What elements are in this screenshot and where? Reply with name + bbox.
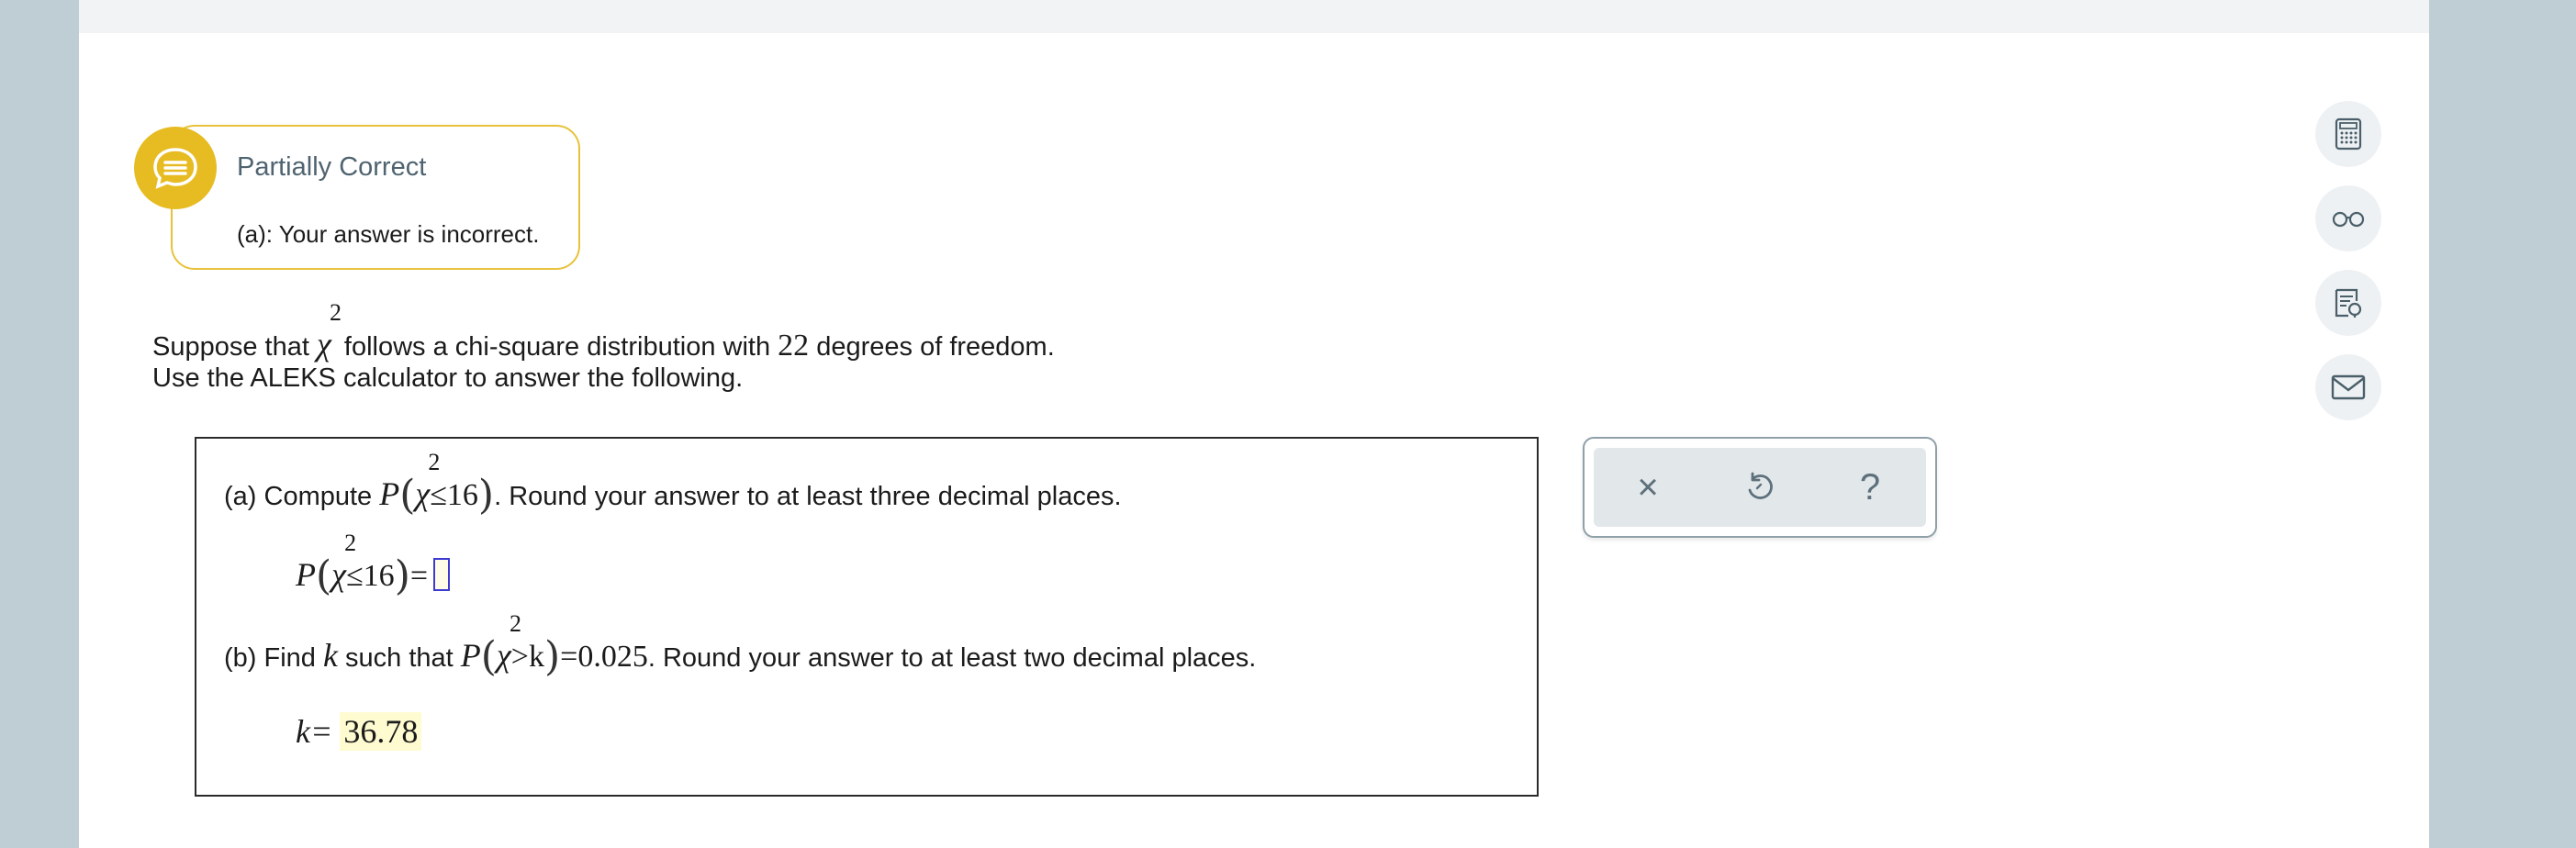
mail-icon — [2331, 374, 2366, 400]
part-b-instruction: . Round your answer to at least two deci… — [647, 643, 1257, 673]
chi-letter: χ — [316, 326, 331, 363]
answer-a-equals: = — [409, 559, 429, 593]
help-icon: ? — [1859, 466, 1881, 508]
page: Partially Correct (a): Your answer is in… — [79, 0, 2429, 848]
answer-tools-bar: × ? — [1594, 448, 1926, 527]
problem-intro-line-1: Suppose that χ2 follows a chi-square dis… — [152, 299, 1055, 363]
part-a-answer-row: P(χ 2 ≤16)= — [296, 530, 451, 599]
answer-b-label: k= — [296, 713, 333, 750]
chi-exponent: 2 — [509, 610, 521, 637]
feedback-title: Partially Correct — [237, 152, 427, 182]
paren-open: ( — [399, 472, 416, 519]
mail-button[interactable] — [2315, 354, 2381, 420]
clear-button[interactable]: × — [1607, 448, 1689, 527]
chi-letter: χ — [331, 556, 347, 593]
part-a-inequality: ≤16 — [430, 478, 478, 512]
problem-box: (a) Compute P(χ 2 ≤16). Round your answer … — [195, 437, 1539, 797]
part-a-answer-input[interactable] — [433, 558, 451, 591]
top-strip — [79, 0, 2429, 33]
part-b-inequality: >k — [510, 640, 544, 674]
intro-text-mid: follows a chi-square distribution with — [343, 332, 771, 362]
part-b-such-that: such that — [345, 643, 454, 673]
part-a-P: P — [379, 475, 400, 512]
chi-exponent: 2 — [428, 449, 441, 475]
paren-close: ) — [543, 633, 561, 680]
chi-exponent: 2 — [329, 299, 342, 326]
intro-text-before: Suppose that — [152, 332, 309, 362]
chi-square-symbol: χ2 — [415, 449, 440, 513]
answer-a-P: P — [296, 556, 316, 593]
intro-text-after: degrees of freedom. — [816, 332, 1055, 362]
chi-square-symbol: χ2 — [331, 530, 356, 594]
chi-exponent: 2 — [344, 530, 357, 556]
chi-letter: χ — [415, 475, 431, 512]
paren-open: ( — [316, 552, 332, 599]
part-a-label: (a) Compute — [224, 482, 373, 511]
answer-tools-panel: × ? — [1583, 437, 1937, 538]
calculator-icon — [2335, 117, 2362, 151]
part-b-question: (b) Find k such that P(χ 2 >k)=0.025. Roun… — [224, 610, 1257, 680]
undo-icon — [1748, 472, 1773, 499]
glasses-button[interactable] — [2315, 185, 2381, 251]
undo-button[interactable] — [1719, 448, 1801, 527]
part-b-value: =0.025 — [560, 640, 648, 674]
part-b-k: k — [322, 637, 338, 674]
degrees-value: 22 — [778, 329, 810, 363]
part-b-P: P — [460, 637, 481, 674]
chi-letter: χ — [496, 637, 511, 674]
paren-open: ( — [480, 633, 497, 680]
textbook-icon — [2335, 288, 2362, 318]
part-a-question: (a) Compute P(χ 2 ≤16). Round your answer … — [224, 449, 1122, 519]
part-b-answer-row: k= 36.78 — [296, 712, 422, 751]
part-b-answer-input[interactable]: 36.78 — [340, 712, 422, 751]
chat-bubble-icon — [134, 127, 217, 209]
answer-a-inequality: ≤16 — [346, 559, 395, 593]
chi-square-symbol: χ2 — [496, 610, 521, 675]
feedback-message: (a): Your answer is incorrect. — [237, 220, 540, 248]
textbook-button[interactable] — [2315, 270, 2381, 336]
close-icon: × — [1637, 466, 1659, 508]
problem-intro-line-2: Use the ALEKS calculator to answer the f… — [152, 363, 744, 393]
paren-close: ) — [394, 552, 410, 599]
glasses-icon — [2332, 211, 2365, 228]
part-a-instruction: . Round your answer to at least three de… — [494, 482, 1122, 511]
chi-square-symbol: χ2 — [316, 299, 342, 363]
calculator-button[interactable] — [2315, 101, 2381, 167]
paren-close: ) — [477, 472, 495, 519]
help-button[interactable]: ? — [1829, 448, 1911, 527]
part-b-label: (b) Find — [224, 643, 316, 673]
